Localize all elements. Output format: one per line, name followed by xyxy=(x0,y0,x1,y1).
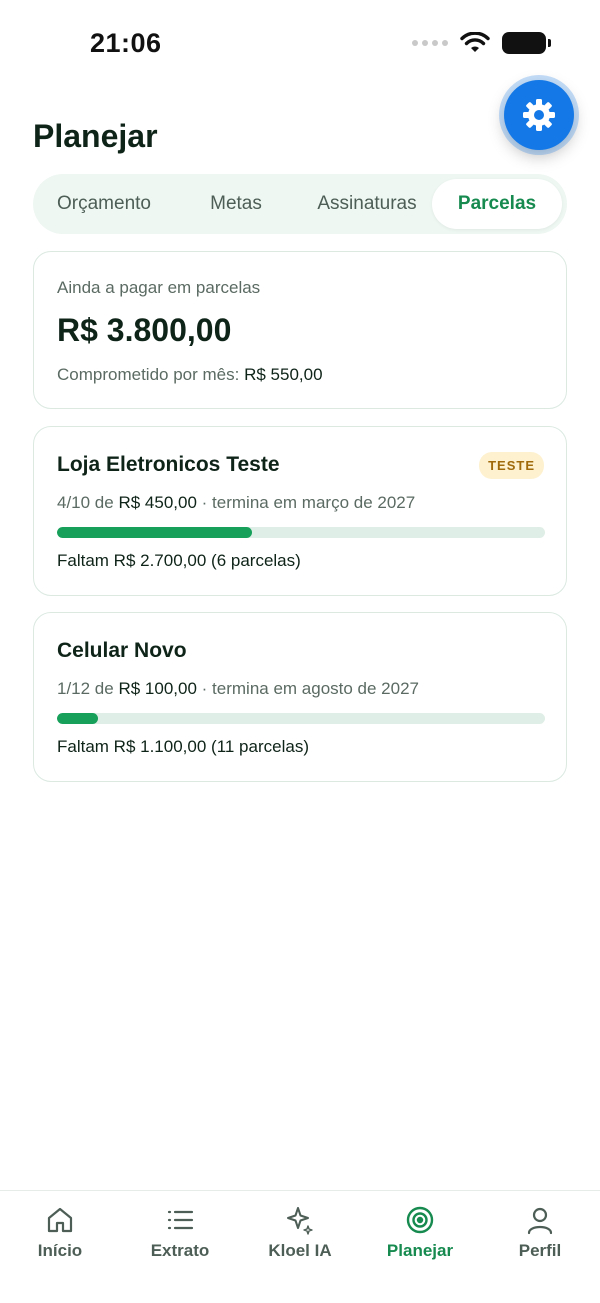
installment-end: · termina em março de 2027 xyxy=(201,493,416,512)
summary-card: Ainda a pagar em parcelas R$ 3.800,00 Co… xyxy=(33,251,567,409)
nav-label: Extrato xyxy=(150,1241,210,1260)
nav-label: Perfil xyxy=(518,1241,562,1260)
gear-icon xyxy=(523,99,555,131)
nav-item-extrato[interactable]: Extrato xyxy=(120,1191,240,1303)
tab-parcelas[interactable]: Parcelas xyxy=(432,179,562,229)
installment-card[interactable]: Celular Novo 1/12 de R$ 100,00 · termina… xyxy=(33,612,567,782)
wifi-icon xyxy=(460,32,490,52)
installment-count: 1/12 de xyxy=(57,679,114,698)
status-icons xyxy=(412,32,551,54)
home-icon xyxy=(47,1207,73,1233)
status-time: 21:06 xyxy=(90,28,162,58)
page-title: Planejar xyxy=(33,118,158,154)
installment-progress-track xyxy=(57,713,545,724)
settings-button[interactable] xyxy=(504,80,574,150)
installment-progress-fill xyxy=(57,527,253,538)
tab-metas[interactable]: Metas xyxy=(170,179,302,229)
nav-item-perfil[interactable]: Perfil xyxy=(480,1191,600,1303)
nav-label: Início xyxy=(37,1241,83,1260)
summary-label: Ainda a pagar em parcelas xyxy=(57,278,261,297)
cellular-signal-icon xyxy=(412,40,448,46)
installment-value: R$ 450,00 xyxy=(118,493,197,512)
battery-icon xyxy=(502,32,551,54)
nav-item-kloel-ia[interactable]: Kloel IA xyxy=(240,1191,360,1303)
list-icon xyxy=(167,1210,194,1230)
installment-detail: 1/12 de R$ 100,00 · termina em agosto de… xyxy=(57,679,419,699)
target-icon xyxy=(406,1206,434,1234)
tab-orcamento[interactable]: Orçamento xyxy=(38,179,170,229)
tab-assinaturas[interactable]: Assinaturas xyxy=(302,179,432,229)
installment-progress-fill xyxy=(57,713,98,724)
installment-card[interactable]: Loja Eletronicos Teste TESTE 4/10 de R$ … xyxy=(33,426,567,596)
user-icon xyxy=(527,1207,553,1235)
summary-monthly: Comprometido por mês: R$ 550,00 xyxy=(57,365,323,385)
installment-value: R$ 100,00 xyxy=(118,679,197,698)
nav-label: Kloel IA xyxy=(268,1241,332,1260)
bottom-nav: Início Extrato Kloel IA Planejar Perfil xyxy=(0,1190,600,1303)
test-badge: TESTE xyxy=(479,452,544,479)
monthly-label: Comprometido por mês: xyxy=(57,365,240,384)
nav-label: Planejar xyxy=(386,1241,454,1260)
installment-count: 4/10 de xyxy=(57,493,114,512)
sparkle-icon xyxy=(287,1207,313,1235)
installment-name: Loja Eletronicos Teste xyxy=(57,453,280,476)
installment-remaining: Faltam R$ 1.100,00 (11 parcelas) xyxy=(57,737,309,756)
segmented-tabs: Orçamento Metas Assinaturas Parcelas xyxy=(33,174,567,234)
installment-name: Celular Novo xyxy=(57,639,187,662)
summary-amount: R$ 3.800,00 xyxy=(57,312,232,348)
nav-item-inicio[interactable]: Início xyxy=(0,1191,120,1303)
installment-remaining: Faltam R$ 2.700,00 (6 parcelas) xyxy=(57,551,301,570)
monthly-value: R$ 550,00 xyxy=(244,365,323,384)
nav-item-planejar[interactable]: Planejar xyxy=(360,1191,480,1303)
status-bar: 21:06 xyxy=(0,0,600,90)
installment-end: · termina em agosto de 2027 xyxy=(201,679,420,698)
installment-progress-track xyxy=(57,527,545,538)
installment-detail: 4/10 de R$ 450,00 · termina em março de … xyxy=(57,493,415,513)
